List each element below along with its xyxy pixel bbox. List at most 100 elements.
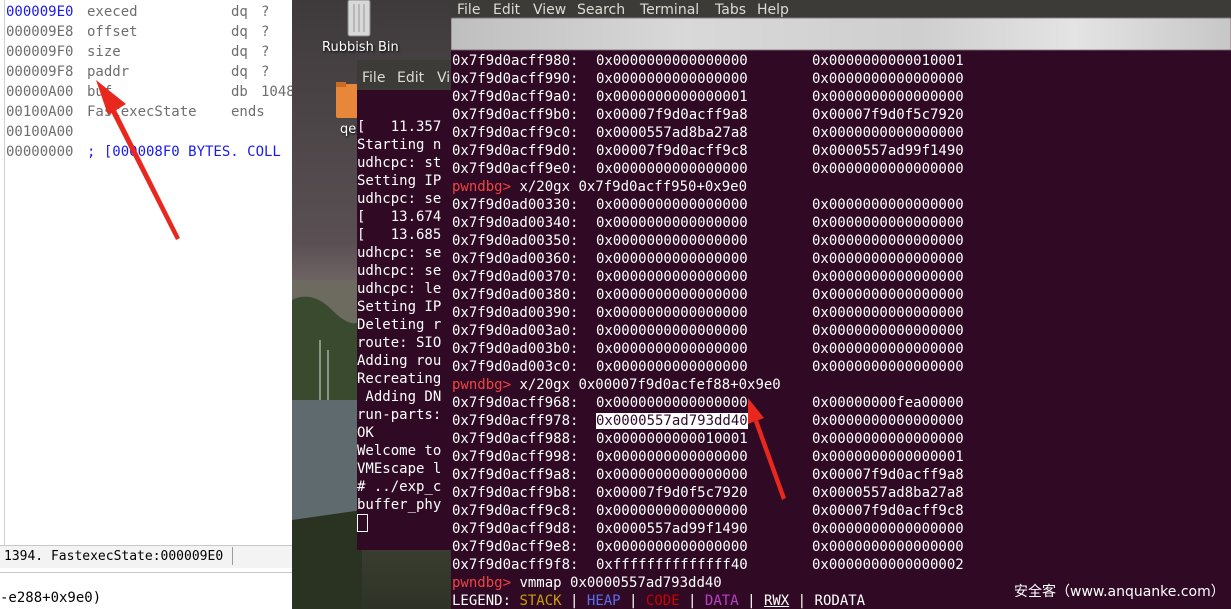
struct-row-value: ? bbox=[261, 4, 270, 20]
memory-address: 0x7f9d0ad00380: bbox=[452, 287, 579, 303]
menu-tabs[interactable]: Tabs bbox=[715, 2, 746, 18]
memory-qword-1: 0x00007f9d0f5c7920 bbox=[596, 485, 748, 501]
memory-qword-2: 0x0000000000000000 bbox=[812, 233, 964, 249]
memory-qword-2: 0x0000000000000000 bbox=[812, 413, 964, 429]
struct-row-addr: 000009F0 bbox=[6, 44, 74, 60]
memory-address: 0x7f9d0acff988: bbox=[452, 431, 579, 447]
memory-qword-2: 0x0000557ad8ba27a8 bbox=[812, 485, 964, 501]
menu-terminal[interactable]: Terminal bbox=[640, 2, 699, 18]
memory-qword-1: 0x0000557ad99f1490 bbox=[596, 521, 748, 537]
folder-label[interactable]: qe bbox=[340, 122, 356, 137]
pwndbg-legend: LEGEND: STACK | HEAP | CODE | DATA | RWX… bbox=[452, 592, 964, 609]
memory-qword-1-cell: 0x00007f9d0f5c7920 bbox=[596, 484, 812, 502]
qemu-output-line: run-parts: bbox=[357, 407, 442, 423]
qemu-output-line: udhcpc: se bbox=[357, 245, 442, 261]
memory-address: 0x7f9d0ad00340: bbox=[452, 215, 579, 231]
memory-dump-line: 0x7f9d0ad003a0: 0x0000000000000000 0x00000… bbox=[452, 322, 964, 340]
menu-edit[interactable]: Edit bbox=[397, 70, 424, 86]
terminal-cursor bbox=[357, 514, 441, 532]
memory-qword-1: 0x0000000000000000 bbox=[596, 161, 748, 177]
terminal-tabbar-blurred[interactable] bbox=[451, 18, 1231, 50]
qemu-terminal-window[interactable]: File Edit Vi [ 11.357 Starting n udhcpc: s… bbox=[357, 60, 457, 550]
menu-view[interactable]: View bbox=[533, 2, 566, 18]
qemu-output-line: [ 13.674 bbox=[357, 209, 442, 225]
memory-qword-1: 0x0000000000000000 bbox=[596, 341, 748, 357]
trash-icon[interactable] bbox=[344, 0, 374, 38]
memory-address: 0x7f9d0ad00360: bbox=[452, 251, 579, 267]
memory-qword-1-cell: 0x0000000000000001 bbox=[596, 88, 812, 106]
menu-search[interactable]: Search bbox=[577, 2, 625, 18]
memory-qword-1: 0x0000000000000000 bbox=[596, 53, 748, 69]
struct-row[interactable]: 00100A00 bbox=[6, 122, 292, 142]
struct-row-name: paddr bbox=[87, 64, 130, 80]
menu-view[interactable]: Vi bbox=[437, 70, 450, 86]
struct-row-type: dq bbox=[231, 4, 248, 20]
menu-file[interactable]: File bbox=[362, 70, 385, 86]
memory-qword-1: 0x0000000000000000 bbox=[596, 287, 748, 303]
memory-qword-1: 0x0000000000000000 bbox=[596, 323, 748, 339]
memory-qword-1-cell: 0x0000000000000000 bbox=[596, 304, 812, 322]
ida-status-bar: 1394. FastexecState:000009E0 bbox=[0, 545, 292, 569]
menu-edit[interactable]: Edit bbox=[493, 2, 520, 18]
terminal-menubar: File Edit View Search Terminal Tabs Help bbox=[451, 0, 1231, 18]
menu-help[interactable]: Help bbox=[757, 2, 789, 18]
memory-qword-1: 0x0000000000000000 bbox=[596, 395, 748, 411]
memory-dump-line: 0x7f9d0ad003c0: 0x0000000000000000 0x00000… bbox=[452, 358, 964, 376]
memory-qword-2: 0x0000000000000000 bbox=[812, 323, 964, 339]
memory-address: 0x7f9d0acff9e0: bbox=[452, 161, 579, 177]
struct-row[interactable]: 000009F0 size dq? bbox=[6, 42, 292, 62]
menu-file[interactable]: File bbox=[457, 2, 480, 18]
memory-qword-1-cell: 0x0000000000000000 bbox=[596, 538, 812, 556]
memory-address: 0x7f9d0acff9b8: bbox=[452, 485, 579, 501]
trash-label[interactable]: Rubbish Bin bbox=[322, 40, 399, 55]
struct-row[interactable]: 000009E0 execed dq? bbox=[6, 2, 292, 22]
struct-row[interactable]: 00000A00 buf db 1048 bbox=[6, 82, 292, 102]
struct-row-addr: 00000A00 bbox=[6, 84, 74, 100]
memory-qword-1-cell: 0x0000000000000000 bbox=[596, 466, 812, 484]
pwndbg-terminal-window[interactable]: File Edit View Search Terminal Tabs Help… bbox=[451, 0, 1231, 609]
struct-listing[interactable]: 000009E0 execed dq? 000009E8 offset dq? 000009… bbox=[6, 2, 292, 162]
struct-row-value: 1048 bbox=[261, 84, 292, 100]
ida-struct-view[interactable]: 000009E0 execed dq? 000009E8 offset dq? 000009… bbox=[0, 0, 292, 609]
ida-output-pane[interactable]: -e288+0x9e0) bbox=[0, 568, 292, 609]
struct-row-value: ? bbox=[261, 64, 270, 80]
memory-dump-line: 0x7f9d0acff9e0: 0x0000000000000000 0x00000… bbox=[452, 160, 964, 178]
memory-qword-1-cell: 0x0000000000000000 bbox=[596, 250, 812, 268]
memory-qword-1-cell: 0x00007f9d0acff9c8 bbox=[596, 142, 812, 160]
memory-qword-1-cell: 0x0000000000000000 bbox=[596, 358, 812, 376]
memory-qword-2: 0x0000000000000002 bbox=[812, 557, 964, 573]
memory-address: 0x7f9d0acff9b0: bbox=[452, 107, 579, 123]
memory-qword-2: 0x0000000000000000 bbox=[812, 539, 964, 555]
memory-qword-2: 0x0000000000000000 bbox=[812, 125, 964, 141]
legend-prefix: LEGEND: bbox=[452, 593, 520, 609]
memory-dump-line: 0x7f9d0acff968: 0x0000000000000000 0x00000… bbox=[452, 394, 964, 412]
memory-qword-2: 0x0000000000000000 bbox=[812, 89, 964, 105]
memory-qword-1-cell: 0x0000000000010001 bbox=[596, 430, 812, 448]
memory-qword-1: 0x00007f9d0acff9a8 bbox=[596, 107, 748, 123]
memory-qword-1-cell: 0x0000000000000000 bbox=[596, 448, 812, 466]
memory-address: 0x7f9d0ad00370: bbox=[452, 269, 579, 285]
struct-row-name: offset bbox=[87, 24, 138, 40]
terminal-output: 0x7f9d0acff980: 0x0000000000000000 0x00000… bbox=[452, 52, 964, 609]
memory-qword-2: 0x0000000000000000 bbox=[812, 215, 964, 231]
folder-icon[interactable] bbox=[336, 82, 358, 118]
memory-qword-1-cell: 0x0000000000000000 bbox=[596, 268, 812, 286]
pwndbg-prompt: pwndbg> bbox=[452, 179, 512, 195]
struct-row-type: dq bbox=[231, 64, 248, 80]
memory-dump-line: 0x7f9d0acff9f8: 0xffffffffffffff40 0x00000… bbox=[452, 556, 964, 574]
memory-address: 0x7f9d0acff990: bbox=[452, 71, 579, 87]
struct-row[interactable]: 000009E8 offset dq? bbox=[6, 22, 292, 42]
struct-row[interactable]: 000009F8 paddr dq? bbox=[6, 62, 292, 82]
qemu-output-line: OK bbox=[357, 425, 374, 441]
output-text: -e288+0x9e0) bbox=[0, 590, 102, 606]
memory-qword-2: 0x0000000000000000 bbox=[812, 521, 964, 537]
watermark: 安全客（www.anquanke.com） bbox=[1014, 584, 1225, 600]
memory-address: 0x7f9d0acff9c8: bbox=[452, 503, 579, 519]
memory-dump-line: 0x7f9d0acff998: 0x0000000000000000 0x00000… bbox=[452, 448, 964, 466]
struct-row-addr: 000009E0 bbox=[6, 4, 74, 20]
struct-row[interactable]: 00100A00 FastexecState ends bbox=[6, 102, 292, 122]
memory-qword-1-cell: 0x0000000000000000 bbox=[596, 70, 812, 88]
memory-qword-2: 0x0000000000000000 bbox=[812, 341, 964, 357]
memory-qword-1-cell: 0x0000000000000000 bbox=[596, 160, 812, 178]
struct-row[interactable]: 00000000 ; [000008F0 BYTES. COLL bbox=[6, 142, 292, 162]
